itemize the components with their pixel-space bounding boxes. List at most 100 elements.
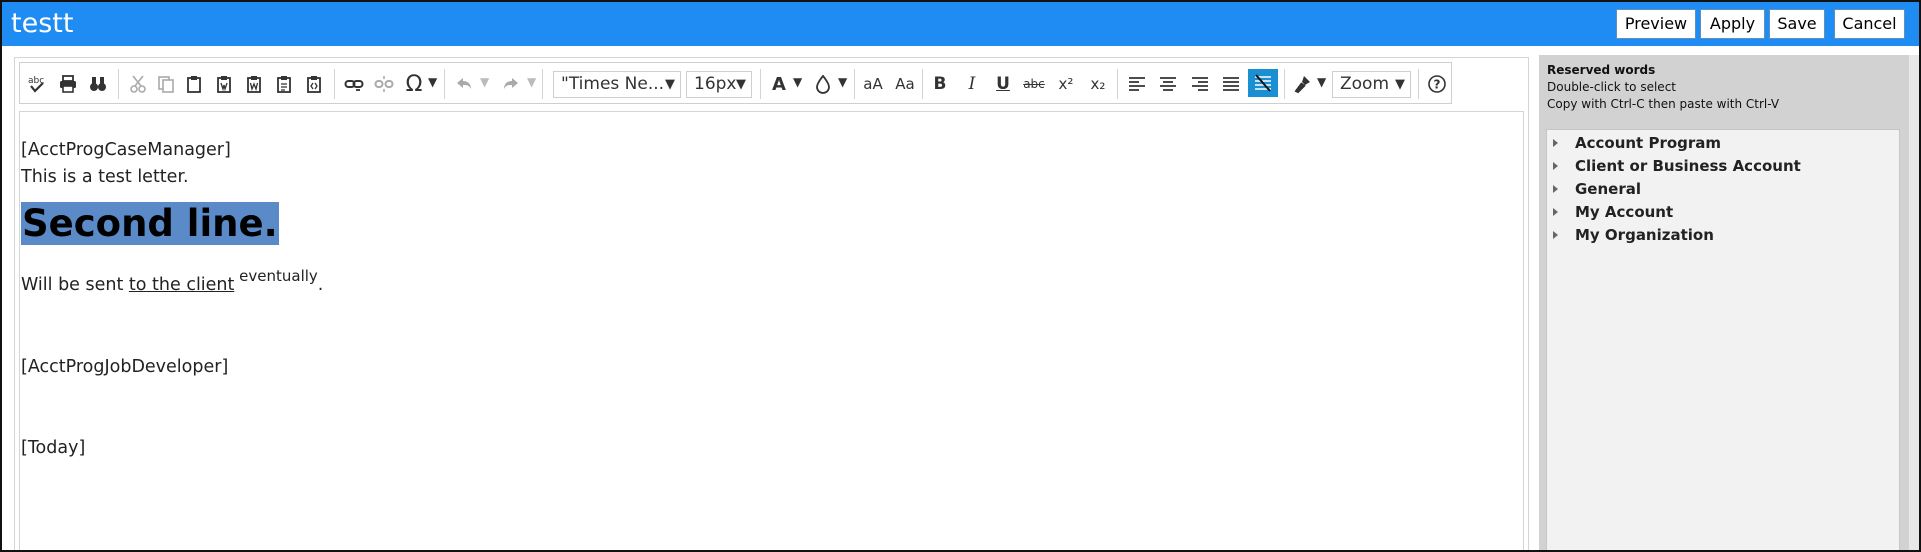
- editor: abc Ω ▼ ▼ ▼ "Times Ne... ▼ 16px ▼ A ▼ ▼ …: [14, 57, 1529, 550]
- cancel-button[interactable]: Cancel: [1834, 9, 1905, 39]
- titlecase-icon[interactable]: Aa: [892, 71, 918, 97]
- toolbar-separator: [1284, 69, 1285, 99]
- chevron-down-icon[interactable]: ▼: [1317, 75, 1326, 89]
- window-scrollbar[interactable]: [1909, 55, 1919, 550]
- paste-html-icon[interactable]: [301, 71, 327, 97]
- save-button[interactable]: Save: [1769, 9, 1825, 39]
- subscript-icon[interactable]: x₂: [1085, 71, 1111, 97]
- expand-icon[interactable]: [1553, 208, 1558, 216]
- text-run: Will be sent: [21, 275, 129, 295]
- tree-node-my-account[interactable]: My Account: [1553, 201, 1673, 224]
- panel-hint: Copy with Ctrl-C then paste with Ctrl-V: [1547, 97, 1780, 111]
- chevron-down-icon[interactable]: ▼: [793, 75, 802, 89]
- font-size-select[interactable]: 16px ▼: [686, 71, 752, 98]
- copy-icon[interactable]: [153, 71, 179, 97]
- document-line: Will be sent to the client eventually.: [21, 267, 324, 295]
- superscript-text: eventually: [234, 267, 318, 285]
- lowercase-icon[interactable]: aA: [860, 71, 886, 97]
- paste-plain-icon[interactable]: [271, 71, 297, 97]
- chevron-down-icon: ▼: [665, 77, 675, 92]
- cut-icon[interactable]: [125, 71, 151, 97]
- format-painter-icon[interactable]: [1290, 71, 1316, 97]
- undo-icon[interactable]: [451, 71, 477, 97]
- selected-heading-text: Second line.: [21, 202, 279, 245]
- reserved-words-panel: Reserved words Double-click to select Co…: [1539, 55, 1909, 550]
- text-run: .: [317, 275, 324, 295]
- font-size-value: 16px: [694, 74, 737, 94]
- underlined-text: to the client: [128, 275, 235, 295]
- title-bar: testt Preview Apply Save Cancel: [2, 2, 1919, 46]
- chevron-down-icon: ▼: [1395, 77, 1405, 92]
- unlink-icon[interactable]: [371, 71, 397, 97]
- strikethrough-icon[interactable]: abc: [1021, 71, 1047, 97]
- chevron-down-icon[interactable]: ▼: [838, 75, 847, 89]
- no-align-icon[interactable]: [1248, 69, 1278, 97]
- preview-button[interactable]: Preview: [1616, 9, 1696, 39]
- toolbar-separator: [854, 69, 855, 99]
- background-color-icon[interactable]: [810, 71, 836, 97]
- help-icon[interactable]: ?: [1424, 71, 1450, 97]
- spellcheck-icon[interactable]: abc: [24, 71, 50, 97]
- tree-node-client-or-business-account[interactable]: Client or Business Account: [1553, 155, 1801, 178]
- tree-node-general[interactable]: General: [1553, 178, 1641, 201]
- print-icon[interactable]: [55, 71, 81, 97]
- chevron-down-icon: ▼: [736, 77, 746, 92]
- tree-node-my-organization[interactable]: My Organization: [1553, 224, 1714, 247]
- toolbar-separator: [118, 69, 119, 99]
- paste-text-icon[interactable]: [211, 71, 237, 97]
- expand-icon[interactable]: [1553, 162, 1558, 170]
- paste-icon[interactable]: [181, 71, 207, 97]
- tree-node-account-program[interactable]: Account Program: [1553, 132, 1721, 155]
- align-center-icon[interactable]: [1155, 71, 1181, 97]
- panel-hint: Double-click to select: [1547, 80, 1676, 94]
- chevron-down-icon[interactable]: ▼: [527, 75, 536, 89]
- align-justify-icon[interactable]: [1218, 71, 1244, 97]
- paste-word-icon[interactable]: [241, 71, 267, 97]
- toolbar-separator: [542, 69, 543, 99]
- apply-button[interactable]: Apply: [1700, 9, 1765, 39]
- underline-icon[interactable]: U: [990, 71, 1016, 97]
- expand-icon[interactable]: [1553, 185, 1558, 193]
- align-left-icon[interactable]: [1124, 71, 1150, 97]
- reserved-words-tree: Account Program Client or Business Accou…: [1546, 129, 1900, 550]
- redo-icon[interactable]: [498, 71, 524, 97]
- zoom-select[interactable]: Zoom ▼: [1332, 71, 1411, 98]
- document-line: This is a test letter.: [21, 167, 189, 187]
- toolbar-separator: [922, 69, 923, 99]
- document-heading: Second line.: [21, 202, 279, 245]
- window-title: testt: [11, 8, 74, 39]
- toolbar-separator: [760, 69, 761, 99]
- font-family-select[interactable]: "Times Ne... ▼: [553, 71, 681, 98]
- chevron-down-icon[interactable]: ▼: [480, 75, 489, 89]
- document-body[interactable]: [AcctProgCaseManager] This is a test let…: [19, 111, 1524, 550]
- document-line: [Today]: [21, 438, 86, 458]
- editor-toolbar: abc Ω ▼ ▼ ▼ "Times Ne... ▼ 16px ▼ A ▼ ▼ …: [19, 62, 1452, 104]
- chevron-down-icon[interactable]: ▼: [428, 75, 437, 89]
- expand-icon[interactable]: [1553, 139, 1558, 147]
- special-character-icon[interactable]: Ω: [401, 71, 427, 97]
- expand-icon[interactable]: [1553, 231, 1558, 239]
- align-right-icon[interactable]: [1187, 71, 1213, 97]
- window: testt Preview Apply Save Cancel abc Ω ▼ …: [0, 0, 1921, 552]
- toolbar-separator: [1117, 69, 1118, 99]
- superscript-icon[interactable]: x²: [1053, 71, 1079, 97]
- tree-node-label: Account Program: [1575, 134, 1722, 152]
- bold-icon[interactable]: B: [927, 71, 953, 97]
- font-color-icon[interactable]: A: [766, 71, 792, 97]
- toolbar-separator: [1418, 69, 1419, 99]
- link-icon[interactable]: [341, 71, 367, 97]
- tree-node-label: My Account: [1575, 203, 1674, 221]
- italic-icon[interactable]: I: [959, 71, 985, 97]
- document-line: [AcctProgJobDeveloper]: [21, 357, 229, 377]
- panel-header: Reserved words Double-click to select Co…: [1547, 62, 1779, 113]
- toolbar-separator: [444, 69, 445, 99]
- toolbar-separator: [334, 69, 335, 99]
- help-glyph: ?: [1434, 78, 1441, 92]
- tree-node-label: My Organization: [1575, 226, 1714, 244]
- document-line: [AcctProgCaseManager]: [21, 140, 231, 160]
- tree-node-label: Client or Business Account: [1575, 157, 1801, 175]
- tree-node-label: General: [1575, 180, 1641, 198]
- zoom-value: Zoom: [1340, 74, 1390, 94]
- find-icon[interactable]: [85, 71, 111, 97]
- font-family-value: "Times Ne...: [561, 74, 665, 94]
